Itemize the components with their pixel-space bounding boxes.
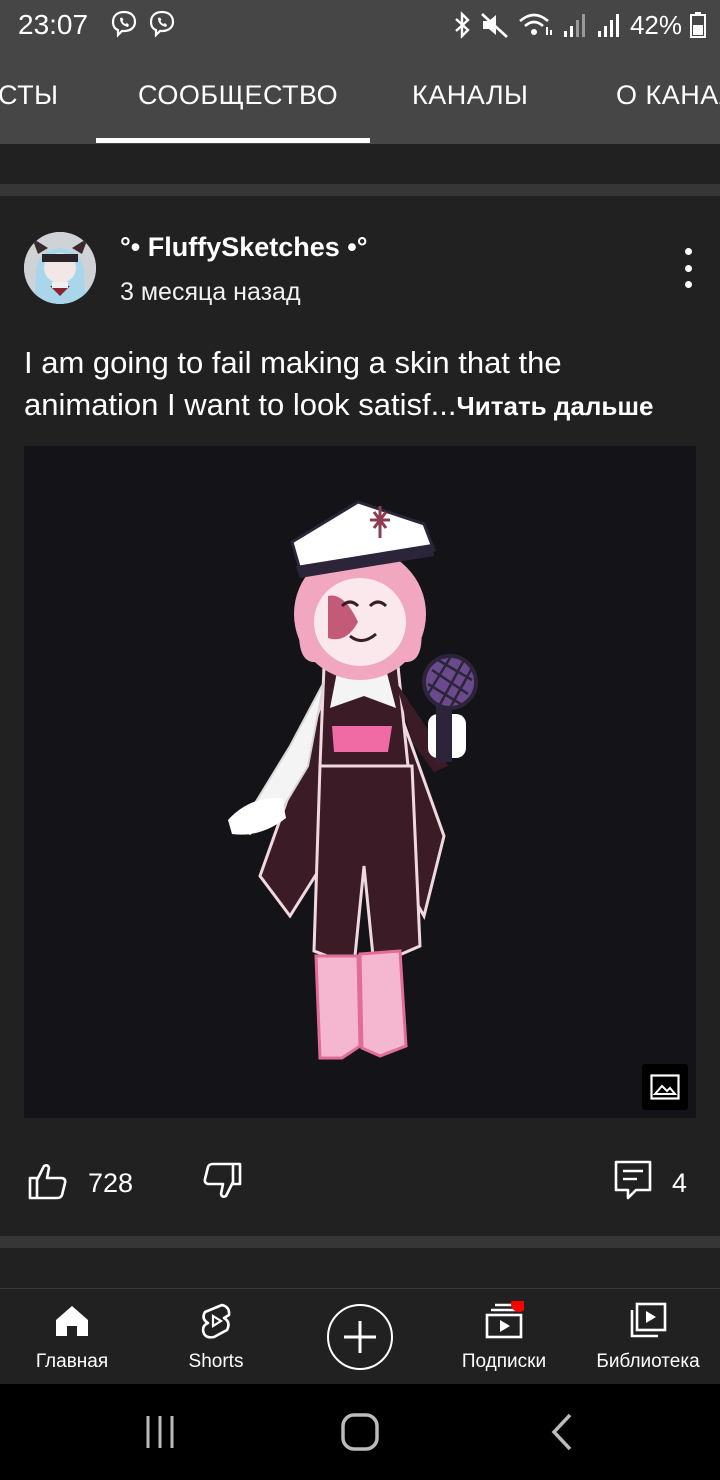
viber-icon — [149, 10, 175, 38]
like-icon[interactable] — [26, 1160, 68, 1202]
status-time: 23:07 — [18, 9, 89, 40]
status-icons: 42% — [452, 8, 706, 42]
library-icon — [630, 1302, 667, 1338]
mute-icon — [481, 13, 508, 38]
tab-community[interactable]: СООБЩЕСТВО — [138, 80, 338, 111]
read-more-link[interactable]: Читать дальше — [457, 391, 654, 421]
create-icon — [344, 1321, 376, 1353]
nav-library-label: Библиотека — [596, 1351, 700, 1372]
back-icon[interactable] — [542, 1412, 582, 1452]
tab-channels[interactable]: КАНАЛЫ — [412, 80, 528, 111]
dislike-icon[interactable] — [202, 1160, 244, 1202]
tab-about[interactable]: О КАНАЛЕ — [616, 80, 720, 111]
post-author[interactable]: °• FluffySketches •° — [120, 232, 368, 263]
nav-shorts[interactable]: Shorts — [144, 1289, 288, 1385]
signal-icon — [563, 14, 585, 37]
next-post-edge — [0, 1248, 720, 1288]
active-tab-indicator — [96, 138, 370, 143]
system-navigation-bar — [0, 1384, 720, 1480]
subscriptions-icon — [485, 1301, 524, 1339]
create-button[interactable] — [327, 1304, 393, 1370]
signal-icon — [597, 14, 619, 37]
post-actions: 728 4 — [0, 1156, 720, 1210]
recent-apps-icon[interactable] — [140, 1412, 180, 1452]
previous-post-edge — [0, 144, 720, 184]
status-bar: 23:07 42% — [0, 0, 720, 50]
viber-icon — [111, 10, 137, 38]
comment-count: 4 — [672, 1168, 688, 1198]
bottom-navigation: Главная Shorts Подписки Библиотека — [0, 1288, 720, 1384]
image-gallery-icon[interactable] — [642, 1064, 688, 1110]
bluetooth-icon — [455, 11, 470, 39]
nav-subscriptions[interactable]: Подписки — [432, 1289, 576, 1385]
home-icon — [56, 1306, 88, 1336]
wifi-icon — [519, 13, 552, 35]
comment-icon[interactable] — [612, 1158, 654, 1202]
tab-posts[interactable]: СТЫ — [0, 80, 59, 111]
nav-subscriptions-label: Подписки — [461, 1351, 547, 1372]
post-image[interactable] — [24, 446, 696, 1118]
avatar[interactable] — [24, 232, 96, 304]
character-illustration — [228, 500, 478, 1060]
nav-library[interactable]: Библиотека — [576, 1289, 720, 1385]
like-count: 728 — [88, 1168, 134, 1198]
nav-home-label: Главная — [35, 1351, 109, 1372]
nav-home[interactable]: Главная — [0, 1289, 144, 1385]
battery-percent: 42% — [629, 9, 682, 40]
more-options-icon[interactable] — [672, 248, 704, 288]
post-divider — [0, 1236, 720, 1248]
community-post: °• FluffySketches •° 3 месяца назад I am… — [0, 196, 720, 1236]
avatar-image — [24, 232, 96, 304]
post-time: 3 месяца назад — [120, 278, 301, 306]
shorts-icon — [201, 1303, 231, 1339]
battery-icon — [690, 12, 706, 38]
nav-shorts-label: Shorts — [188, 1351, 244, 1372]
home-button-icon[interactable] — [340, 1412, 380, 1452]
channel-tabs: СТЫ СООБЩЕСТВО КАНАЛЫ О КАНАЛЕ — [0, 50, 720, 144]
post-divider — [0, 184, 720, 196]
post-text: I am going to fail making a skin that th… — [24, 342, 704, 427]
